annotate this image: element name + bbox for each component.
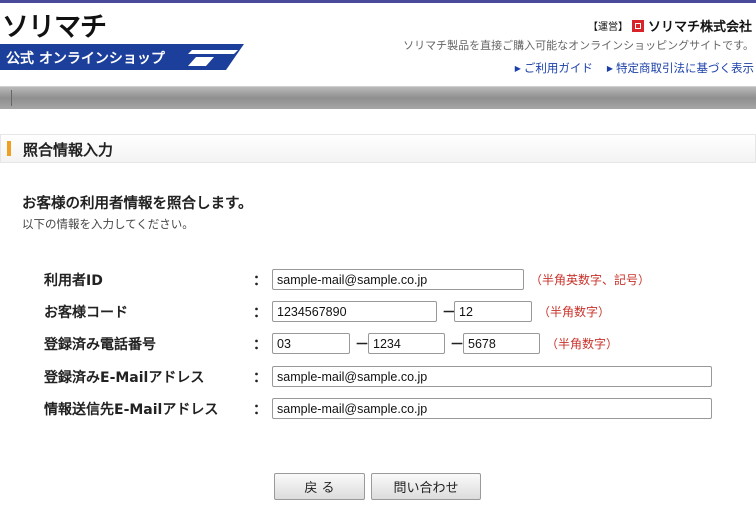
operator-info: 【運営】 ソリマチ株式会社 [588, 16, 752, 35]
customer-code-label: お客様コード [44, 305, 128, 321]
back-button[interactable]: 戻 る [274, 473, 365, 500]
destination-email-label: 情報送信先E-Mailアドレス [44, 402, 219, 418]
form-row-user-id: 利用者ID ： （半角英数字、記号） [0, 268, 756, 292]
colon: ： [253, 273, 267, 289]
nav-divider [11, 90, 12, 106]
registered-email-input[interactable] [272, 366, 712, 387]
link-commerce-law-label: 特定商取引法に基づく表示 [616, 61, 754, 75]
arrow-right-icon: ▶ [606, 63, 613, 73]
logo-subtitle: 公式 オンラインショップ [6, 51, 165, 67]
top-accent-line [0, 0, 756, 3]
nav-bar [0, 86, 756, 109]
registered-email-label: 登録済みE-Mailアドレス [44, 370, 205, 386]
phone-hint: （半角数字） [546, 337, 619, 351]
logo-band: 公式 オンラインショップ [0, 44, 244, 70]
link-commerce-law[interactable]: ▶ 特定商取引法に基づく表示 [607, 60, 754, 76]
header-links: ▶ ご利用ガイド ▶ 特定商取引法に基づく表示 [515, 60, 754, 76]
arrow-right-icon: ▶ [514, 63, 521, 73]
phone-input-2[interactable] [368, 333, 445, 354]
customer-code-input-1[interactable] [272, 301, 437, 322]
colon: ： [253, 337, 267, 353]
form-row-registered-email: 登録済みE-Mailアドレス ： [0, 365, 756, 389]
site-tagline: ソリマチ製品を直接ご購入可能なオンラインショッピングサイトです。 [403, 39, 754, 52]
form-row-destination-email: 情報送信先E-Mailアドレス ： [0, 397, 756, 421]
user-id-hint: （半角英数字、記号） [530, 273, 651, 287]
colon: ： [253, 402, 267, 418]
phone-input-1[interactable] [272, 333, 350, 354]
section-header: 照合情報入力 [0, 134, 756, 163]
colon: ： [253, 305, 267, 321]
dash: － [450, 337, 464, 353]
link-usage-guide-label: ご利用ガイド [523, 61, 593, 75]
customer-code-hint: （半角数字） [538, 305, 611, 319]
user-id-label: 利用者ID [44, 273, 103, 289]
intro-heading: お客様の利用者情報を照合します。 [22, 196, 253, 212]
logo[interactable]: ソリマチ [2, 14, 107, 41]
user-id-input[interactable] [272, 269, 524, 290]
intro-subtext: 以下の情報を入力してください。 [22, 217, 194, 231]
inquire-button[interactable]: 問い合わせ [371, 473, 481, 500]
phone-input-3[interactable] [463, 333, 540, 354]
company-mark-icon [631, 19, 644, 32]
link-usage-guide[interactable]: ▶ ご利用ガイド [515, 60, 593, 76]
customer-code-input-2[interactable] [454, 301, 532, 322]
form-row-customer-code: お客様コード ： － （半角数字） [0, 300, 756, 324]
operator-tag: 【運営】 [587, 22, 628, 33]
section-title: 照合情報入力 [23, 141, 114, 159]
colon: ： [253, 370, 267, 386]
section-accent-bar [7, 141, 11, 156]
form-row-phone: 登録済み電話番号 ： － － （半角数字） [0, 332, 756, 356]
phone-label: 登録済み電話番号 [44, 337, 156, 353]
operator-name: ソリマチ株式会社 [647, 20, 752, 35]
dash: － [355, 337, 369, 353]
destination-email-input[interactable] [272, 398, 712, 419]
